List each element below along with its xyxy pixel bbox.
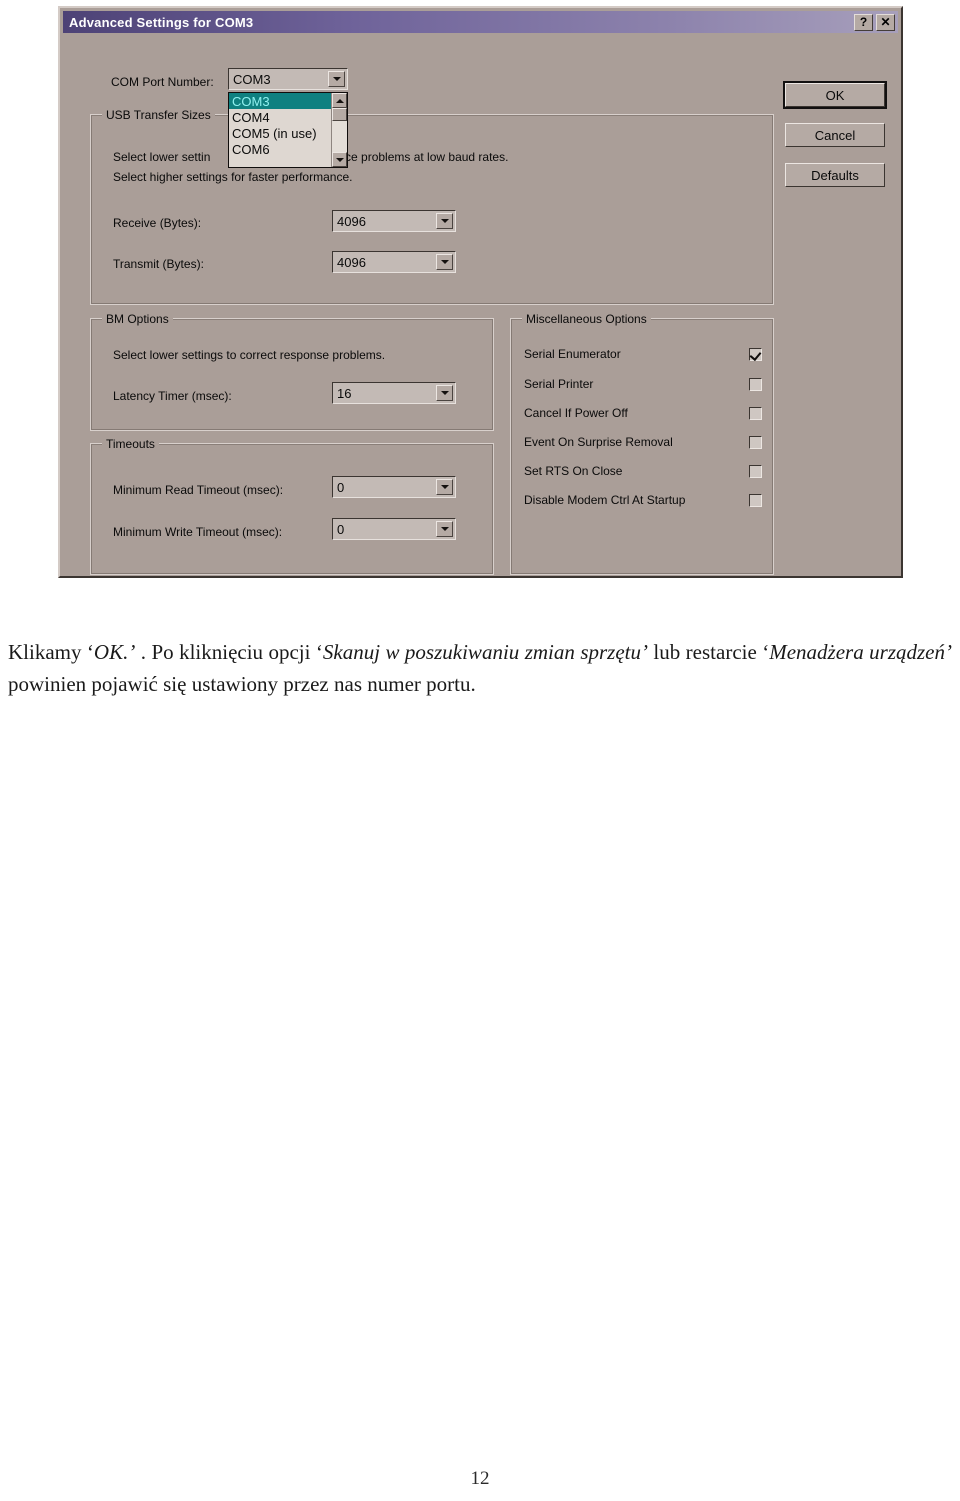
- com-port-number-value: COM3: [233, 71, 271, 87]
- checkbox-serial-enumerator[interactable]: [749, 347, 762, 361]
- caption-part-1: Klikamy ‘: [8, 640, 94, 664]
- dropdown-option-com6[interactable]: COM6: [229, 141, 331, 157]
- ok-button[interactable]: OK: [785, 83, 885, 107]
- minimum-write-timeout-label: Minimum Write Timeout (msec):: [113, 525, 283, 539]
- chevron-down-icon[interactable]: [436, 385, 453, 401]
- usb-transfer-sizes-group: USB Transfer Sizes Select lower settin h…: [90, 108, 774, 305]
- scrollbar-thumb[interactable]: [332, 108, 347, 121]
- checkbox-label: Serial Enumerator: [524, 347, 621, 361]
- advanced-settings-dialog: Advanced Settings for COM3 ? ✕ COM Port …: [58, 6, 903, 578]
- latency-timer-combo[interactable]: 16: [332, 382, 456, 404]
- timeouts-title: Timeouts: [102, 437, 159, 451]
- scrollbar-track[interactable]: [332, 121, 347, 152]
- dialog-title: Advanced Settings for COM3: [69, 14, 254, 30]
- latency-timer-label: Latency Timer (msec):: [113, 389, 232, 403]
- checkbox-row-disable-modem-ctrl-at-startup[interactable]: Disable Modem Ctrl At Startup: [524, 490, 762, 510]
- transmit-bytes-combo[interactable]: 4096: [332, 251, 456, 273]
- bm-options-title: BM Options: [102, 312, 173, 326]
- latency-timer-value: 16: [337, 385, 352, 401]
- caption-paragraph: Klikamy ‘OK.’ . Po kliknięciu opcji ‘Ska…: [8, 636, 952, 700]
- com-port-number-combo[interactable]: COM3: [228, 68, 348, 90]
- dropdown-scrollbar[interactable]: [331, 93, 347, 167]
- checkbox-event-on-surprise-removal[interactable]: [749, 435, 762, 449]
- bm-options-hint: Select lower settings to correct respons…: [113, 348, 386, 362]
- minimum-write-timeout-combo[interactable]: 0: [332, 518, 456, 540]
- caption-part-3: . Po kliknięciu opcji ‘: [135, 640, 323, 664]
- bm-options-group: BM Options Select lower settings to corr…: [90, 312, 494, 431]
- usb-hint-line-1-left: Select lower settin: [113, 150, 211, 164]
- cancel-button[interactable]: Cancel: [785, 123, 885, 147]
- caption-part-2: OK.’: [93, 640, 136, 664]
- scroll-up-icon[interactable]: [332, 93, 347, 108]
- titlebar-button-group: ? ✕: [854, 13, 898, 31]
- dropdown-option-com5[interactable]: COM5 (in use): [229, 125, 331, 141]
- usb-hint-line-2: Select higher settings for faster perfor…: [113, 170, 353, 184]
- checkbox-row-set-rts-on-close[interactable]: Set RTS On Close: [524, 461, 762, 481]
- checkbox-row-serial-enumerator[interactable]: Serial Enumerator: [524, 344, 762, 364]
- caption-part-5: lub restarcie ‘: [647, 640, 770, 664]
- help-icon[interactable]: ?: [854, 13, 873, 31]
- dropdown-option-com3[interactable]: COM3: [229, 93, 331, 109]
- checkbox-row-serial-printer[interactable]: Serial Printer: [524, 374, 762, 394]
- checkbox-label: Set RTS On Close: [524, 464, 623, 478]
- minimum-read-timeout-value: 0: [337, 479, 345, 495]
- minimum-read-timeout-label: Minimum Read Timeout (msec):: [113, 483, 284, 497]
- usb-transfer-sizes-title: USB Transfer Sizes: [102, 108, 215, 122]
- receive-bytes-value: 4096: [337, 213, 366, 229]
- page-number: 12: [470, 1468, 490, 1489]
- timeouts-group: Timeouts Minimum Read Timeout (msec): 0 …: [90, 437, 494, 575]
- minimum-write-timeout-value: 0: [337, 521, 345, 537]
- dialog-screenshot: Advanced Settings for COM3 ? ✕ COM Port …: [40, 0, 920, 600]
- dropdown-options: COM3 COM4 COM5 (in use) COM6: [229, 93, 331, 167]
- minimum-read-timeout-combo[interactable]: 0: [332, 476, 456, 498]
- com-port-number-dropdown-list[interactable]: COM3 COM4 COM5 (in use) COM6: [228, 92, 348, 168]
- miscellaneous-options-title: Miscellaneous Options: [522, 312, 651, 326]
- titlebar[interactable]: Advanced Settings for COM3 ? ✕: [63, 11, 898, 33]
- checkbox-label: Serial Printer: [524, 377, 594, 391]
- caption-part-6: Menadżera urządzeń’: [769, 640, 952, 664]
- checkbox-cancel-if-power-off[interactable]: [749, 406, 762, 420]
- receive-bytes-label: Receive (Bytes):: [113, 216, 202, 230]
- scroll-down-icon[interactable]: [332, 152, 347, 167]
- chevron-down-icon[interactable]: [436, 479, 453, 495]
- checkbox-serial-printer[interactable]: [749, 377, 762, 391]
- checkbox-label: Disable Modem Ctrl At Startup: [524, 493, 686, 507]
- checkbox-disable-modem-ctrl-at-startup[interactable]: [749, 493, 762, 507]
- transmit-bytes-value: 4096: [337, 254, 366, 270]
- defaults-button[interactable]: Defaults: [785, 163, 885, 187]
- checkbox-label: Event On Surprise Removal: [524, 435, 673, 449]
- transmit-bytes-label: Transmit (Bytes):: [113, 257, 204, 271]
- close-icon[interactable]: ✕: [876, 13, 895, 31]
- checkbox-label: Cancel If Power Off: [524, 406, 628, 420]
- dialog-client-area: COM Port Number: COM3 USB Transfer Sizes…: [63, 36, 898, 575]
- caption-part-7: powinien pojawić się ustawiony przez nas…: [8, 672, 476, 696]
- checkbox-row-cancel-if-power-off[interactable]: Cancel If Power Off: [524, 403, 762, 423]
- chevron-down-icon[interactable]: [436, 213, 453, 229]
- chevron-down-icon[interactable]: [328, 71, 345, 87]
- chevron-down-icon[interactable]: [436, 521, 453, 537]
- checkbox-set-rts-on-close[interactable]: [749, 464, 762, 478]
- com-port-number-label: COM Port Number:: [111, 75, 214, 89]
- dropdown-option-com4[interactable]: COM4: [229, 109, 331, 125]
- chevron-down-icon[interactable]: [436, 254, 453, 270]
- checkbox-row-event-on-surprise-removal[interactable]: Event On Surprise Removal: [524, 432, 762, 452]
- usb-hint-line-1-right: hance problems at low baud rates.: [325, 150, 509, 164]
- caption-part-4: Skanuj w poszukiwaniu zmian sprzętu’: [322, 640, 648, 664]
- miscellaneous-options-group: Miscellaneous Options Serial Enumerator …: [510, 312, 774, 575]
- receive-bytes-combo[interactable]: 4096: [332, 210, 456, 232]
